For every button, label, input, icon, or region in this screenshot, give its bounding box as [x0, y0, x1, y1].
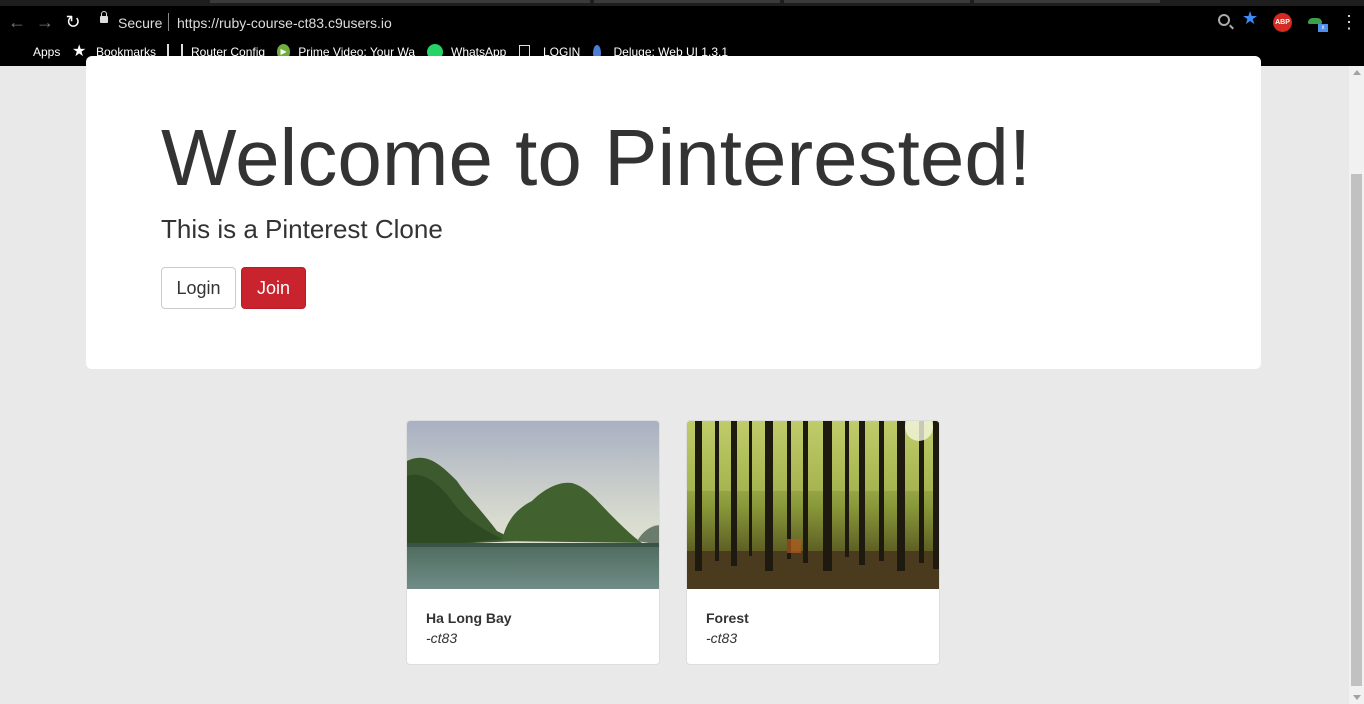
- extension-badge: x: [1318, 24, 1328, 32]
- tab[interactable]: [594, 0, 780, 3]
- reload-icon[interactable]: ↻: [63, 12, 83, 32]
- adblock-icon[interactable]: ABP: [1273, 13, 1292, 32]
- tab[interactable]: [210, 0, 590, 3]
- join-button[interactable]: Join: [241, 267, 306, 309]
- pin-author: -ct83: [706, 630, 738, 646]
- bookmark-apps[interactable]: Apps: [9, 42, 60, 62]
- address-bar[interactable]: Secure https://ruby-course-ct83.c9users.…: [90, 8, 1266, 36]
- scroll-up-icon[interactable]: [1353, 70, 1361, 75]
- divider: [168, 13, 169, 31]
- lock-icon: [100, 11, 108, 23]
- secure-label: Secure: [118, 15, 163, 31]
- zoom-icon[interactable]: [1218, 14, 1230, 26]
- login-button[interactable]: Login: [161, 267, 236, 309]
- forward-arrow-icon[interactable]: →: [35, 12, 55, 32]
- bookmark-label: Apps: [33, 45, 61, 59]
- pin-author: -ct83: [426, 630, 458, 646]
- tab[interactable]: [784, 0, 970, 3]
- page-title: Welcome to Pinterested!: [161, 113, 1032, 202]
- kebab-menu-icon[interactable]: ⋮: [1340, 12, 1358, 32]
- pin-title: Forest: [706, 610, 749, 626]
- pin-card[interactable]: Forest -ct83: [686, 420, 940, 665]
- url-text[interactable]: https://ruby-course-ct83.c9users.io: [177, 15, 392, 31]
- bay-landscape-image: [407, 421, 659, 589]
- tab[interactable]: [974, 0, 1160, 3]
- pin-title: Ha Long Bay: [426, 610, 512, 626]
- forest-image: [687, 421, 939, 589]
- star-icon: ★: [72, 43, 87, 60]
- extension-icon[interactable]: x: [1306, 14, 1328, 32]
- apps-grid-icon: [9, 44, 25, 60]
- bookmark-star-icon[interactable]: ★: [1242, 8, 1258, 29]
- pin-card[interactable]: Ha Long Bay -ct83: [406, 420, 660, 665]
- scroll-down-icon[interactable]: [1353, 695, 1361, 700]
- browser-toolbar: ← → ↻ Secure https://ruby-course-ct83.c9…: [0, 6, 1364, 38]
- hero-panel: Welcome to Pinterested! This is a Pinter…: [86, 56, 1261, 369]
- scroll-thumb[interactable]: [1351, 174, 1362, 686]
- back-arrow-icon[interactable]: ←: [7, 12, 27, 32]
- page-scrollbar[interactable]: [1349, 66, 1364, 704]
- page-subtitle: This is a Pinterest Clone: [161, 214, 443, 244]
